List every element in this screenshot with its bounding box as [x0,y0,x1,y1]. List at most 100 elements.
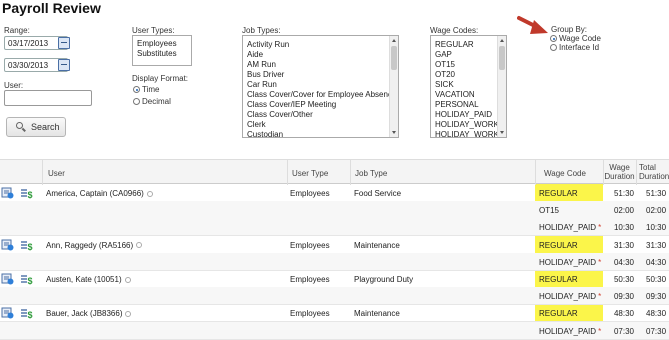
view-timecard-icon[interactable] [1,273,14,285]
flag-icon: * [598,326,602,336]
list-item[interactable]: Class Cover/Cover for Employee Absence [247,90,396,99]
wage-codes-label: Wage Codes: [430,26,479,35]
user-cell: Bauer, Jack (JB8366) [46,309,132,318]
scrollbar-thumb[interactable] [391,46,397,70]
calendar-icon[interactable] [58,59,70,71]
col-wage-code[interactable]: Wage Code [544,169,586,178]
interface-id-radio[interactable] [550,44,557,51]
svg-text:$: $ [28,190,33,199]
scroll-up-icon[interactable] [500,39,504,42]
scroll-down-icon[interactable] [500,131,504,134]
col-user-type[interactable]: User Type [292,169,328,178]
table-row[interactable]: $ Austen, Kate (10051) Employees Playground… [0,270,669,288]
page-title: Payroll Review [2,0,101,16]
list-item[interactable]: PERSONAL [435,100,479,109]
list-item[interactable]: Clerk [247,120,266,129]
job-types-scrollbar[interactable] [389,36,398,137]
search-icon [16,122,23,129]
list-item[interactable]: REGULAR [435,40,474,49]
info-icon[interactable] [124,276,131,283]
wage-duration-cell: 02:00 [613,206,634,216]
col-user[interactable]: User [48,169,65,178]
job-types-list[interactable]: Activity Run Aide AM Run Bus Driver Car … [242,35,399,138]
list-item[interactable]: Substitutes [137,49,177,58]
wage-duration-cell: 04:30 [613,257,634,267]
wage-code-cell: REGULAR [539,189,578,198]
list-item[interactable]: AM Run [247,60,276,69]
payroll-dollar-icon[interactable]: $ [20,187,33,199]
scroll-up-icon[interactable] [392,39,396,42]
time-radio[interactable] [133,86,140,93]
user-input[interactable] [4,90,92,106]
user-types-list[interactable]: Employees Substitutes [132,35,192,66]
svg-text:$: $ [28,242,33,251]
payroll-dollar-icon[interactable]: $ [20,273,33,285]
list-item[interactable]: Class Cover/Other [247,110,313,119]
scrollbar-thumb[interactable] [499,46,505,70]
interface-id-radio-label: Interface Id [559,43,600,52]
total-duration-cell: 48:30 [646,309,667,319]
list-item[interactable]: GAP [435,50,452,59]
col-job-type[interactable]: Job Type [355,169,387,178]
total-duration-cell: 04:30 [646,257,667,267]
view-timecard-icon[interactable] [1,187,14,199]
range-label: Range: [4,26,30,35]
view-timecard-icon[interactable] [1,239,14,251]
job-type-cell: Maintenance [354,240,400,250]
total-duration-cell: 50:30 [646,275,667,284]
table-row[interactable]: HOLIDAY_PAID * 04:30 04:30 [0,252,669,271]
user-cell: America, Captain (CA0966) [46,189,153,198]
wage-duration-cell: 51:30 [613,189,634,198]
info-icon[interactable] [136,242,143,249]
scroll-down-icon[interactable] [392,131,396,134]
list-item[interactable]: OT15 [435,60,455,69]
svg-text:$: $ [28,276,33,285]
col-total-duration[interactable]: Total Duration [639,163,669,181]
job-types-label: Job Types: [242,26,281,35]
list-item[interactable]: Bus Driver [247,70,284,79]
wage-codes-list[interactable]: REGULAR GAP OT15 OT20 SICK VACATION PERS… [430,35,507,138]
arrow-icon [517,16,548,34]
list-item[interactable]: SICK [435,80,454,89]
table-row[interactable]: HOLIDAY_PAID * 09:30 09:30 [0,287,669,306]
list-item[interactable]: OT20 [435,70,455,79]
svg-text:$: $ [28,310,33,319]
user-type-cell: Employees [290,240,330,250]
wage-duration-cell: 50:30 [613,275,634,284]
list-item[interactable]: Employees [137,39,177,48]
calendar-icon[interactable] [58,37,70,49]
payroll-dollar-icon[interactable]: $ [20,307,33,319]
wage-code-cell: REGULAR [539,309,578,319]
list-item[interactable]: Custodian [247,130,283,137]
payroll-dollar-icon[interactable]: $ [20,239,33,251]
user-cell: Austen, Kate (10051) [46,275,131,284]
wage-code-radio-label: Wage Code [559,34,601,43]
user-type-cell: Employees [290,275,330,284]
table-row[interactable]: HOLIDAY_PAID * 07:30 07:30 [0,321,669,340]
table-row[interactable]: OT15 02:00 02:00 [0,201,669,220]
table-row[interactable]: $ Ann, Raggedy (RA5166) Employees Maintenan… [0,236,669,254]
list-item[interactable]: Class Cover/IEP Meeting [247,100,336,109]
total-duration-cell: 51:30 [646,189,667,198]
table-row[interactable]: HOLIDAY_PAID * 10:30 10:30 [0,218,669,237]
info-icon[interactable] [125,311,132,318]
list-item[interactable]: HOLIDAY_PAID [435,110,492,119]
decimal-radio[interactable] [133,98,140,105]
wage-code-radio[interactable] [550,35,557,42]
table-header: User User Type Job Type Wage Code Wage D… [0,159,669,185]
col-wage-duration[interactable]: Wage Duration [604,163,635,181]
view-timecard-icon[interactable] [1,307,14,319]
table-row[interactable]: $ Bauer, Jack (JB8366) Employees Maintenanc… [0,304,669,323]
user-cell: Ann, Raggedy (RA5166) [46,241,143,250]
list-item[interactable]: VACATION [435,90,475,99]
list-item[interactable]: Car Run [247,80,277,89]
list-item[interactable]: Activity Run [247,40,289,49]
info-icon[interactable] [146,190,153,197]
list-item[interactable]: Aide [247,50,263,59]
search-button[interactable]: Search [6,117,66,137]
flag-icon: * [598,257,602,267]
total-duration-cell: 10:30 [646,223,667,233]
job-type-cell: Food Service [354,189,402,198]
wage-codes-scrollbar[interactable] [497,36,506,137]
table-row[interactable]: $ America, Captain (CA0966) Employees Food … [0,184,669,202]
